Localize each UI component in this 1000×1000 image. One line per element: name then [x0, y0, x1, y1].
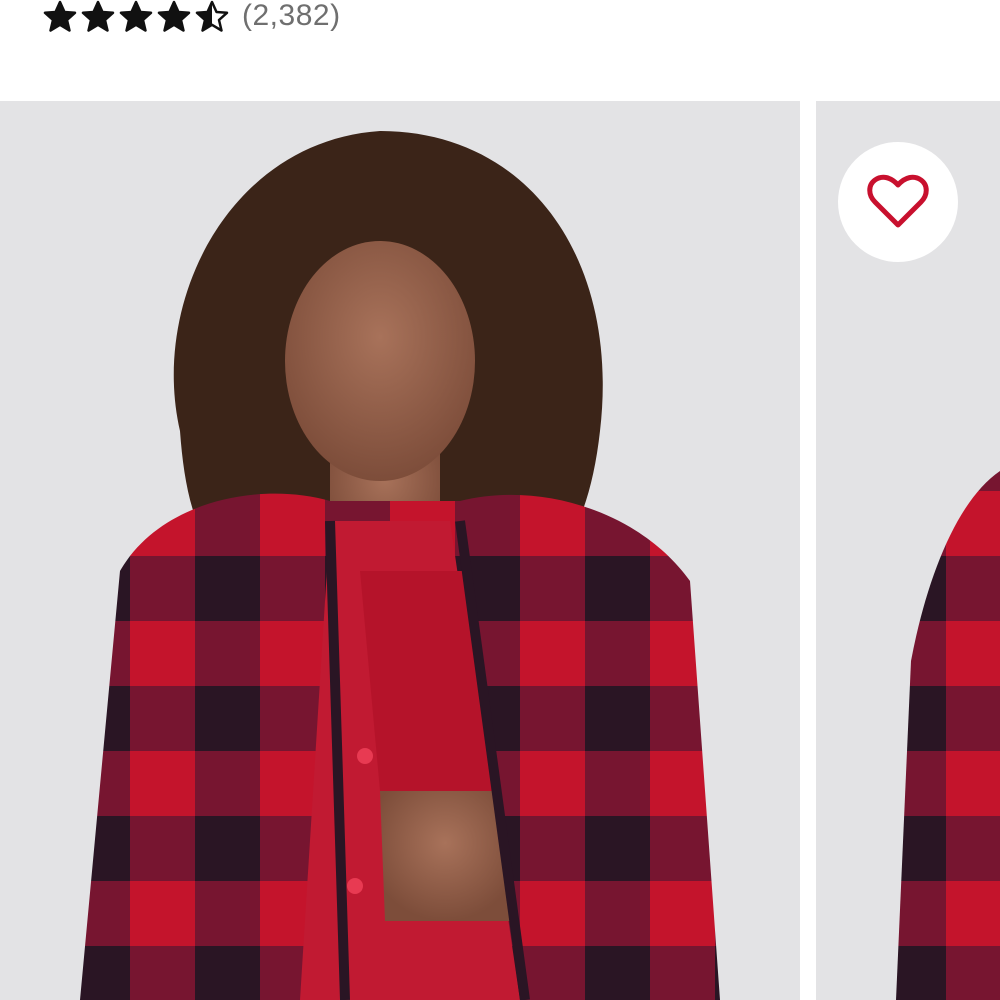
- model-photo-front: [0, 101, 800, 1000]
- heart-outline-icon: [867, 174, 929, 228]
- product-rating[interactable]: (2,382): [42, 0, 341, 32]
- star-full-icon: [81, 0, 115, 32]
- rating-stars: [42, 0, 230, 32]
- favorite-button[interactable]: [838, 142, 958, 262]
- star-full-icon: [157, 0, 191, 32]
- review-count[interactable]: (2,382): [242, 0, 341, 32]
- star-half-icon: [195, 0, 229, 32]
- star-full-icon: [119, 0, 153, 32]
- star-full-icon: [43, 0, 77, 32]
- product-image-main[interactable]: [0, 101, 800, 1000]
